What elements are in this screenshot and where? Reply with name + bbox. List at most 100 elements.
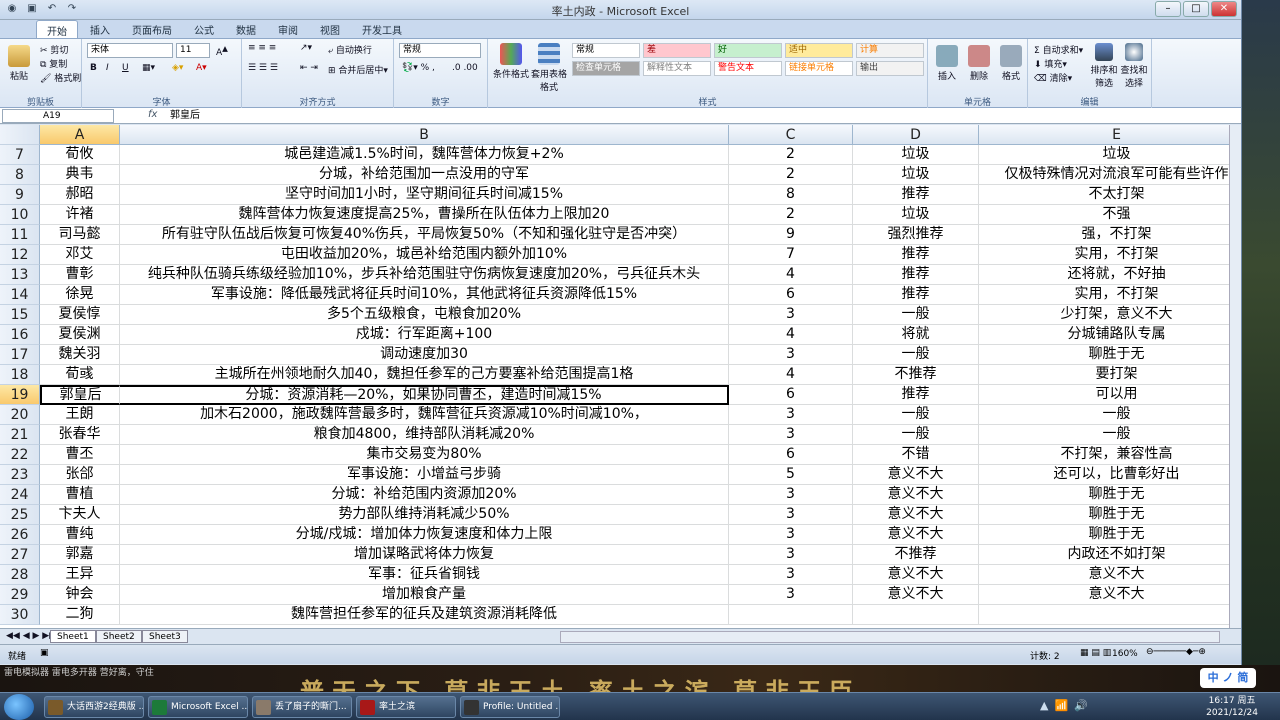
fill-button[interactable]: ⬇ 填充▾: [1034, 57, 1067, 70]
row-header[interactable]: 23: [0, 465, 40, 485]
cell-b[interactable]: 分城：补给范围内资源加20%: [120, 485, 729, 505]
cell-style-option[interactable]: 适中: [785, 43, 853, 58]
cell-c[interactable]: 3: [729, 565, 853, 585]
cell-b[interactable]: 多5个五级粮食，屯粮食加20%: [120, 305, 729, 325]
ribbon-tab[interactable]: 页面布局: [122, 20, 182, 38]
row-header[interactable]: 13: [0, 265, 40, 285]
cell-c[interactable]: 3: [729, 585, 853, 605]
cell-c[interactable]: 6: [729, 285, 853, 305]
insert-cells-button[interactable]: 插入: [936, 45, 958, 82]
cell-a[interactable]: 郭嘉: [40, 545, 120, 565]
format-painter-button[interactable]: 🖌 格式刷: [40, 71, 81, 84]
cell-d[interactable]: 推荐: [853, 245, 979, 265]
cell-a[interactable]: 荀攸: [40, 145, 120, 165]
taskbar-item[interactable]: Microsoft Excel ...: [148, 696, 248, 718]
cell-e[interactable]: 聊胜于无: [979, 525, 1241, 545]
cell-d[interactable]: 意义不大: [853, 585, 979, 605]
cell-d[interactable]: 意义不大: [853, 505, 979, 525]
cell-c[interactable]: 2: [729, 145, 853, 165]
row-header[interactable]: 7: [0, 145, 40, 165]
cell-e[interactable]: 还将就，不好抽: [979, 265, 1241, 285]
cell-style-option[interactable]: 链接单元格: [785, 61, 853, 76]
network-icon[interactable]: 📶: [1054, 699, 1068, 712]
cell-d[interactable]: 意义不大: [853, 465, 979, 485]
cell-e[interactable]: 聊胜于无: [979, 345, 1241, 365]
cell-a[interactable]: 徐晃: [40, 285, 120, 305]
conditional-format-button[interactable]: 条件格式: [492, 43, 530, 80]
find-select-button[interactable]: 查找和选择: [1120, 43, 1148, 89]
cell-b[interactable]: 军事设施：小增益弓步骑: [120, 465, 729, 485]
row-header[interactable]: 26: [0, 525, 40, 545]
cell-e[interactable]: 强，不打架: [979, 225, 1241, 245]
cell-e[interactable]: 不太打架: [979, 185, 1241, 205]
taskbar-item[interactable]: 率土之滨: [356, 696, 456, 718]
row-header[interactable]: 22: [0, 445, 40, 465]
currency-icon[interactable]: 💱▾ % ,: [402, 63, 435, 73]
cell-e[interactable]: 不强: [979, 205, 1241, 225]
clear-button[interactable]: ⌫ 清除▾: [1034, 71, 1072, 84]
row-header[interactable]: 17: [0, 345, 40, 365]
clock[interactable]: 16:17 周五 2021/12/24: [1206, 695, 1258, 719]
cell-b[interactable]: 分城：资源消耗—20%，如果协同曹丕，建造时间减15%: [120, 385, 729, 405]
tray-arrow-icon[interactable]: ▲: [1040, 699, 1048, 712]
sheet-tab[interactable]: Sheet2: [96, 630, 142, 643]
cell-b[interactable]: 分城，补给范围加一点没用的守军: [120, 165, 729, 185]
taskbar-item[interactable]: 丢了扇子的嘶门...: [252, 696, 352, 718]
cell-a[interactable]: 二狗: [40, 605, 120, 625]
sheet-nav-icon[interactable]: ◀◀ ◀ ▶ ▶▶: [6, 631, 56, 641]
fill-color-icon[interactable]: ◈▾: [172, 63, 183, 73]
ribbon-tab[interactable]: 视图: [310, 20, 350, 38]
grow-font-icon[interactable]: A▲: [216, 44, 228, 58]
cell-e[interactable]: [979, 605, 1241, 625]
ribbon-tab[interactable]: 数据: [226, 20, 266, 38]
cell-d[interactable]: 将就: [853, 325, 979, 345]
decimal-icon[interactable]: .0 .00: [452, 63, 478, 73]
view-buttons-icon[interactable]: ▦ ▤ ▥: [1080, 648, 1111, 658]
cell-d[interactable]: 意义不大: [853, 525, 979, 545]
cell-b[interactable]: 军事设施：降低最残武将征兵时间10%，其他武将征兵资源降低15%: [120, 285, 729, 305]
cell-c[interactable]: 3: [729, 545, 853, 565]
paste-button[interactable]: 粘贴: [6, 45, 32, 82]
cell-a[interactable]: 郝昭: [40, 185, 120, 205]
cell-b[interactable]: 军事：征兵省铜钱: [120, 565, 729, 585]
cell-a[interactable]: 王朗: [40, 405, 120, 425]
cell-c[interactable]: 4: [729, 265, 853, 285]
cell-e[interactable]: 内政还不如打架: [979, 545, 1241, 565]
cell-e[interactable]: 垃圾: [979, 145, 1241, 165]
cell-a[interactable]: 曹丕: [40, 445, 120, 465]
cell-d[interactable]: 垃圾: [853, 205, 979, 225]
number-format-select[interactable]: 常规: [399, 43, 481, 58]
cell-d[interactable]: 推荐: [853, 185, 979, 205]
cell-e[interactable]: 实用，不打架: [979, 285, 1241, 305]
cell-style-option[interactable]: 检查单元格: [572, 61, 640, 76]
row-header[interactable]: 29: [0, 585, 40, 605]
row-header[interactable]: 16: [0, 325, 40, 345]
cell-c[interactable]: 3: [729, 525, 853, 545]
column-header[interactable]: D: [853, 125, 979, 145]
cell-c[interactable]: 3: [729, 485, 853, 505]
cell-b[interactable]: 集市交易变为80%: [120, 445, 729, 465]
cell-b[interactable]: 增加粮食产量: [120, 585, 729, 605]
ime-indicator[interactable]: 中 ノ 简: [1200, 668, 1256, 688]
align-center-icon[interactable]: ☰ ☰ ☰: [248, 63, 278, 73]
cell-e[interactable]: 少打架，意义不大: [979, 305, 1241, 325]
cell-e[interactable]: 不打架，兼容性高: [979, 445, 1241, 465]
cell-b[interactable]: 魏阵营担任参军的征兵及建筑资源消耗降低: [120, 605, 729, 625]
row-header[interactable]: 15: [0, 305, 40, 325]
cell-b[interactable]: 增加谋略武将体力恢复: [120, 545, 729, 565]
column-header[interactable]: E: [979, 125, 1241, 145]
cell-e[interactable]: 仅极特殊情况对流浪军可能有些许作: [979, 165, 1241, 185]
row-header[interactable]: 19: [0, 385, 40, 405]
bold-button[interactable]: B: [90, 63, 97, 73]
cell-c[interactable]: 8: [729, 185, 853, 205]
border-icon[interactable]: ▦▾: [142, 63, 155, 73]
cell-e[interactable]: 分城铺路队专属: [979, 325, 1241, 345]
row-header[interactable]: 20: [0, 405, 40, 425]
macro-record-icon[interactable]: ▣: [40, 648, 49, 658]
ribbon-tab[interactable]: 开始: [36, 20, 78, 38]
row-header[interactable]: 30: [0, 605, 40, 625]
merge-center-button[interactable]: ⊞ 合并后居中▾: [328, 63, 388, 76]
cell-a[interactable]: 曹植: [40, 485, 120, 505]
row-header[interactable]: 18: [0, 365, 40, 385]
row-header[interactable]: 14: [0, 285, 40, 305]
